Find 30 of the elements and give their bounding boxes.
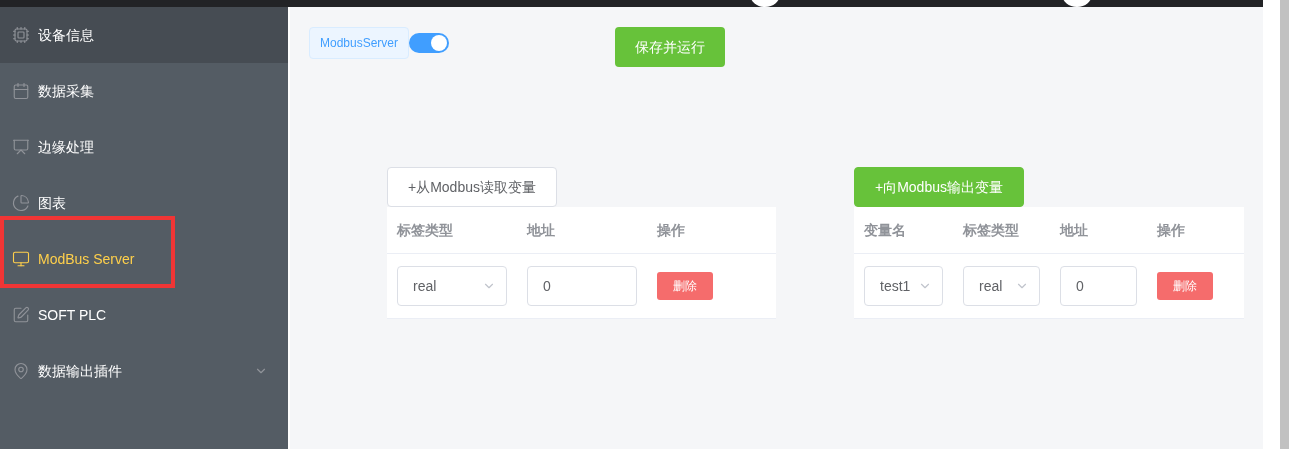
address-input[interactable]: 0 [527,266,637,306]
monitor-icon [12,250,30,268]
toggle-switch[interactable] [409,33,450,53]
pie-chart-icon [12,194,30,212]
select-field[interactable]: real [397,266,507,306]
calendar-icon [12,82,30,100]
address-input[interactable]: 0 [1060,266,1137,306]
chip-icon [12,26,30,44]
menu-label: SOFT PLC [38,305,107,325]
menu-label: ModBus Server [38,249,135,269]
select-field[interactable]: real [963,266,1040,306]
menu-label: 设备信息 [38,25,94,45]
edit-icon [12,306,30,324]
menu-label: 边缘处理 [38,137,94,157]
column-header: 操作 [657,222,685,238]
menu-item[interactable]: 设备信息 [0,7,288,63]
menu-label: 数据采集 [38,81,94,101]
select-field[interactable]: test1 [864,266,943,306]
map-pin-icon [12,362,30,380]
column-header: 地址 [527,222,555,238]
add-variable-button[interactable]: +从Modbus读取变量 [387,167,557,207]
column-header: 标签类型 [397,222,453,238]
server-tag: ModbusServer [309,27,410,59]
presentation-board-icon [12,138,30,156]
menu-label: 图表 [38,193,66,213]
column-header: 操作 [1157,222,1185,238]
column-header: 变量名 [864,222,906,238]
column-header: 标签类型 [963,222,1019,238]
column-header: 地址 [1060,222,1088,238]
menu-label: 数据输出插件 [38,361,122,381]
